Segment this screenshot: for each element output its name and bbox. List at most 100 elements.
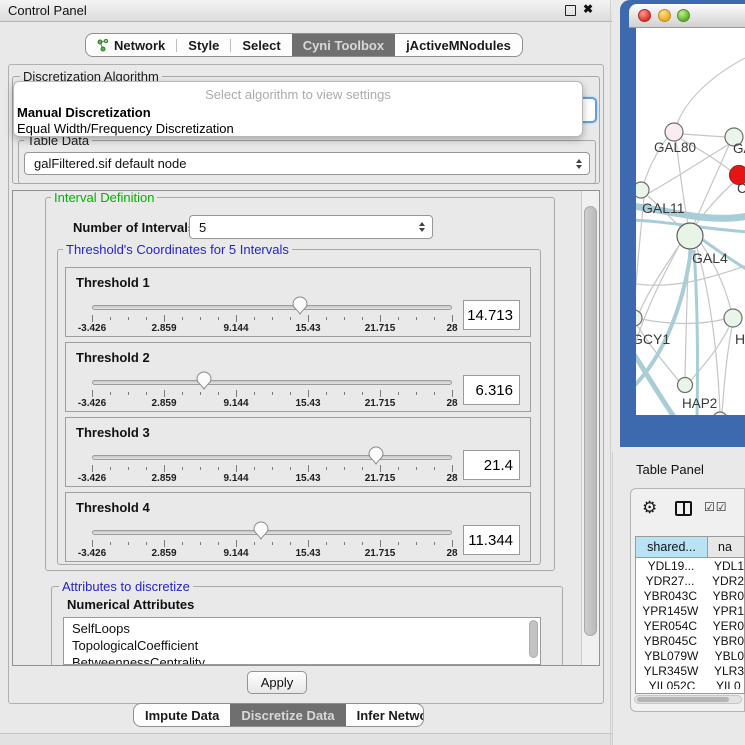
threshold-1-slider[interactable]: -3.4262.8599.14415.4321.71528 [92,296,452,336]
node-hap2[interactable] [678,378,693,393]
network-window-titlebar[interactable] [629,4,745,28]
threshold-1-value-field[interactable]: 14.713 [463,300,520,330]
network-graph: GAL80 GA C GAL11 GAL4 GCY1 H HAP2 [636,28,745,415]
table-row[interactable]: YBR043CYBR0 [636,588,744,603]
interval-definition-title: Interval Definition [51,190,157,205]
tick-mark [164,540,165,547]
network-canvas[interactable]: GAL80 GA C GAL11 GAL4 GCY1 H HAP2 [636,28,745,415]
columns-icon[interactable] [675,501,692,516]
threshold-2-value-field[interactable]: 6.316 [463,375,520,405]
node-gcy1[interactable] [636,310,642,326]
tab-impute-data-label: Impute Data [145,708,219,723]
cell-name[interactable]: YBL0 [707,648,744,663]
cell-shared-name[interactable]: YER054C [636,618,705,633]
cell-shared-name[interactable]: YDR27... [636,573,704,588]
tick-mark [164,315,165,322]
column-header-name[interactable]: na [708,537,744,557]
cell-name[interactable]: YDL1 [706,558,744,573]
cell-name[interactable]: YER0 [705,618,744,633]
cell-name[interactable]: YBR0 [705,588,744,603]
tab-network[interactable]: Network [86,33,176,57]
slider-thumb[interactable] [368,446,384,465]
list-item-betweennesscentrality[interactable]: BetweennessCentrality [64,654,540,665]
cell-shared-name[interactable]: YIL052C [636,678,708,689]
tab-select[interactable]: Select [231,33,291,57]
table-row[interactable]: YPR145WYPR1 [636,603,744,618]
tick-mark [398,317,399,320]
column-header-shared-name[interactable]: shared... [636,537,708,557]
threshold-4-slider[interactable]: -3.4262.8599.14415.4321.71528 [92,521,452,561]
tick-mark [434,317,435,320]
minimize-traffic-light-icon[interactable] [658,9,671,22]
table-hscrollbar-track[interactable] [634,695,742,704]
threshold-3-value-field[interactable]: 21.4 [463,450,520,480]
node-gal4[interactable] [677,223,703,249]
cell-name[interactable]: YBR0 [705,633,744,648]
close-icon[interactable]: ✖ [583,2,593,16]
tick-mark [434,542,435,545]
tick-label: 28 [446,323,457,334]
table-row[interactable]: YBL079WYBL0 [636,648,744,663]
slider-ticks [92,315,452,323]
node-partial-mid-right[interactable] [724,309,742,327]
table-hscrollbar-thumb[interactable] [637,697,729,702]
tick-label: 15.43 [295,473,320,484]
tab-cyni-toolbox[interactable]: Cyni Toolbox [292,33,395,57]
threshold-2-slider[interactable]: -3.4262.8599.14415.4321.71528 [92,371,452,411]
slider-thumb[interactable] [196,371,212,390]
cell-shared-name[interactable]: YPR145W [636,603,705,618]
slider-track[interactable] [92,530,452,535]
cell-shared-name[interactable]: YLR345W [636,663,706,678]
slider-track[interactable] [92,305,452,310]
tab-style[interactable]: Style [177,33,230,57]
gear-icon[interactable]: ⚙ [642,498,657,518]
node-label-gal80: GAL80 [654,140,696,155]
node-gal11[interactable] [636,182,649,198]
cell-shared-name[interactable]: YBL079W [636,648,707,663]
list-item-selfloops[interactable]: SelfLoops [64,618,540,637]
slider-track[interactable] [92,380,452,385]
cell-name[interactable]: YLR3 [706,663,744,678]
apply-button[interactable]: Apply [247,671,307,694]
tab-discretize-data[interactable]: Discretize Data [230,703,345,727]
cell-name[interactable]: YDR2 [704,573,744,588]
tab-impute-data[interactable]: Impute Data [134,703,230,727]
threshold-3-slider[interactable]: -3.4262.8599.14415.4321.71528 [92,446,452,486]
table-row[interactable]: YDL19...YDL1 [636,558,744,573]
popup-option-manual-discretization[interactable]: Manual Discretization [17,105,151,120]
list-scrollbar[interactable] [529,620,538,658]
table-data-combo[interactable]: galFiltered.sif default node [24,152,590,175]
float-window-icon[interactable] [565,5,576,16]
list-item-topologicalcoefficient[interactable]: TopologicalCoefficient [64,637,540,654]
slider-tick-labels: -3.4262.8599.14415.4321.71528 [92,323,452,334]
table-row[interactable]: YDR27...YDR2 [636,573,744,588]
select-checkboxes-icon[interactable]: ☑☑ [704,500,728,514]
slider-thumb[interactable] [253,521,269,540]
tick-label: 21.715 [365,398,396,409]
scrollbar-track[interactable] [581,191,599,665]
slider-thumb[interactable] [292,296,308,315]
cell-shared-name[interactable]: YDL19... [636,558,706,573]
number-of-intervals-combo[interactable]: 5 [189,215,433,239]
table-row[interactable]: YER054CYER0 [636,618,744,633]
tick-mark [452,315,453,322]
bottom-tab-bar: Impute Data Discretize Data Infer Networ… [133,703,424,727]
node-gal80[interactable] [665,123,683,141]
tab-infer-network[interactable]: Infer Network [346,703,424,727]
node-bottom[interactable] [713,412,727,415]
scrollbar-thumb[interactable] [584,206,597,636]
cell-name[interactable]: YIL0 [708,678,744,689]
tab-jactivemnodules[interactable]: jActiveMNodules [395,33,522,57]
close-traffic-light-icon[interactable] [638,9,651,22]
cell-name[interactable]: YPR1 [705,603,744,618]
cell-shared-name[interactable]: YBR043C [636,588,705,603]
table-row[interactable]: YBR045CYBR0 [636,633,744,648]
zoom-traffic-light-icon[interactable] [677,9,690,22]
table-row[interactable]: YLR345WYLR3 [636,663,744,678]
tick-label: -3.426 [78,323,106,334]
threshold-4-value-field[interactable]: 11.344 [463,525,520,555]
slider-track[interactable] [92,455,452,460]
table-row[interactable]: YIL052CYIL0 [636,678,744,689]
cell-shared-name[interactable]: YBR045C [636,633,705,648]
popup-option-equal-width-frequency[interactable]: Equal Width/Frequency Discretization [17,121,234,136]
